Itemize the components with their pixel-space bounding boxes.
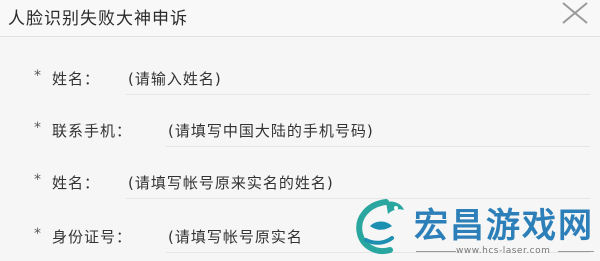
field-label: 姓名： xyxy=(52,174,101,192)
name-input[interactable] xyxy=(126,64,590,95)
watermark-name: 宏昌游戏网 xyxy=(414,206,594,246)
required-mark: * xyxy=(34,226,41,242)
phone-input[interactable] xyxy=(166,116,590,147)
watermark-url: www.hcs-laser.com xyxy=(456,246,551,256)
field-phone: * 联系手机： xyxy=(0,116,600,150)
close-icon[interactable] xyxy=(558,0,592,26)
field-label: 姓名： xyxy=(52,70,101,88)
required-mark: * xyxy=(34,68,41,84)
field-label: 联系手机： xyxy=(52,122,133,140)
required-mark: * xyxy=(34,120,41,136)
field-label: 身份证号： xyxy=(52,228,133,246)
divider xyxy=(558,251,594,252)
required-mark: * xyxy=(34,172,41,188)
divider xyxy=(416,251,456,252)
dialog-title: 人脸识别失败大神申诉 xyxy=(8,9,188,29)
appeal-dialog: 人脸识别失败大神申诉 * 姓名： * 联系手机： * 姓名： * 身份证号： xyxy=(0,0,600,261)
dragon-logo-icon xyxy=(356,199,404,254)
real-name-input[interactable] xyxy=(126,168,590,199)
site-watermark: 宏昌游戏网 www.hcs-laser.com xyxy=(346,196,600,261)
field-name: * 姓名： xyxy=(0,64,600,98)
dialog-header: 人脸识别失败大神申诉 xyxy=(0,0,600,37)
